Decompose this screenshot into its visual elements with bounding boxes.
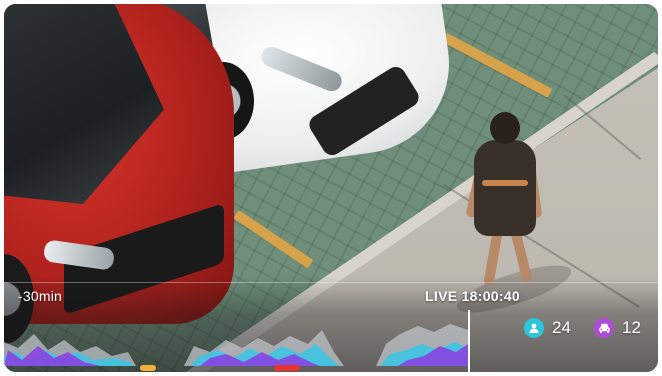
- pedestrian: [474, 140, 536, 236]
- vehicle-count: 12: [622, 318, 641, 337]
- timeline-divider: [4, 282, 658, 283]
- playhead[interactable]: [468, 310, 470, 372]
- people-counter[interactable]: 24: [524, 318, 571, 338]
- event-marker-vehicle[interactable]: [274, 365, 300, 371]
- pedestrian-head: [490, 112, 520, 144]
- people-count: 24: [552, 318, 571, 337]
- event-marker-person[interactable]: [140, 365, 156, 371]
- car-icon: [594, 318, 614, 338]
- live-time-label[interactable]: LIVE 18:00:40: [425, 288, 520, 304]
- vehicle-counter[interactable]: 12: [594, 318, 641, 338]
- activity-graph[interactable]: [4, 322, 468, 366]
- pedestrian-belt: [482, 180, 528, 186]
- person-icon: [524, 318, 544, 338]
- camera-view: -30min LIVE 18:00:40 24 12: [4, 4, 658, 372]
- timeline-start-label: -30min: [18, 288, 62, 304]
